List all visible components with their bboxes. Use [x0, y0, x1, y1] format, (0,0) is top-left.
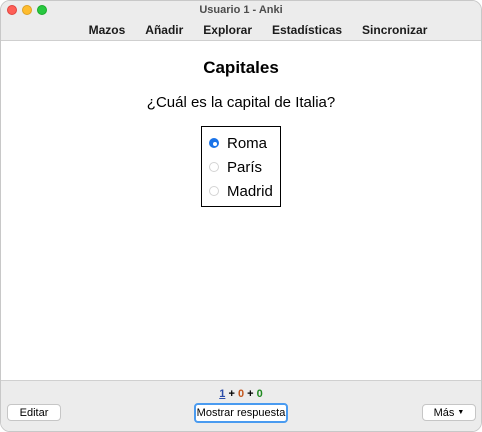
- option-paris[interactable]: París: [209, 155, 280, 179]
- title-bar: Usuario 1 - Anki: [1, 1, 481, 19]
- main-toolbar: Mazos Añadir Explorar Estadísticas Sincr…: [1, 19, 481, 41]
- option-madrid[interactable]: Madrid: [209, 179, 280, 203]
- radio-icon[interactable]: [209, 186, 219, 196]
- due-counts: 1 + 0 + 0: [1, 388, 481, 400]
- new-count: 1: [219, 388, 226, 400]
- show-answer-label: Mostrar respuesta: [196, 407, 286, 419]
- card-title: Capitales: [203, 58, 279, 77]
- anki-window: Usuario 1 - Anki Mazos Añadir Explorar E…: [0, 0, 482, 432]
- option-label: París: [227, 158, 263, 176]
- count-separator: +: [228, 388, 235, 400]
- more-button[interactable]: Más ▼: [422, 404, 476, 421]
- edit-button-label: Editar: [19, 406, 49, 419]
- radio-icon[interactable]: [209, 162, 219, 172]
- chevron-down-icon: ▼: [457, 409, 465, 416]
- minimize-window-button[interactable]: [22, 5, 32, 15]
- radio-selected-icon[interactable]: [209, 138, 219, 148]
- option-label: Roma: [227, 134, 268, 152]
- learning-count: 0: [237, 388, 245, 400]
- bottom-bar: 1 + 0 + 0 Editar Mostrar respuesta Más ▼: [1, 380, 481, 431]
- toolbar-decks[interactable]: Mazos: [89, 23, 126, 37]
- count-separator: +: [247, 388, 254, 400]
- toolbar-add[interactable]: Añadir: [145, 23, 183, 37]
- review-count: 0: [256, 388, 263, 400]
- close-window-button[interactable]: [7, 5, 17, 15]
- edit-button[interactable]: Editar: [7, 404, 61, 421]
- option-label: Madrid: [227, 182, 273, 200]
- show-answer-button[interactable]: Mostrar respuesta: [194, 403, 288, 423]
- card-area: Capitales ¿Cuál es la capital de Italia?…: [1, 42, 481, 379]
- window-title: Usuario 1 - Anki: [199, 4, 283, 16]
- answer-options: Roma París Madrid: [201, 126, 281, 207]
- card-question: ¿Cuál es la capital de Italia?: [146, 94, 336, 111]
- toolbar-sync[interactable]: Sincronizar: [362, 23, 427, 37]
- more-button-label: Más: [433, 406, 455, 419]
- toolbar-stats[interactable]: Estadísticas: [272, 23, 342, 37]
- option-roma[interactable]: Roma: [209, 131, 280, 155]
- maximize-window-button[interactable]: [37, 5, 47, 15]
- toolbar-browse[interactable]: Explorar: [203, 23, 252, 37]
